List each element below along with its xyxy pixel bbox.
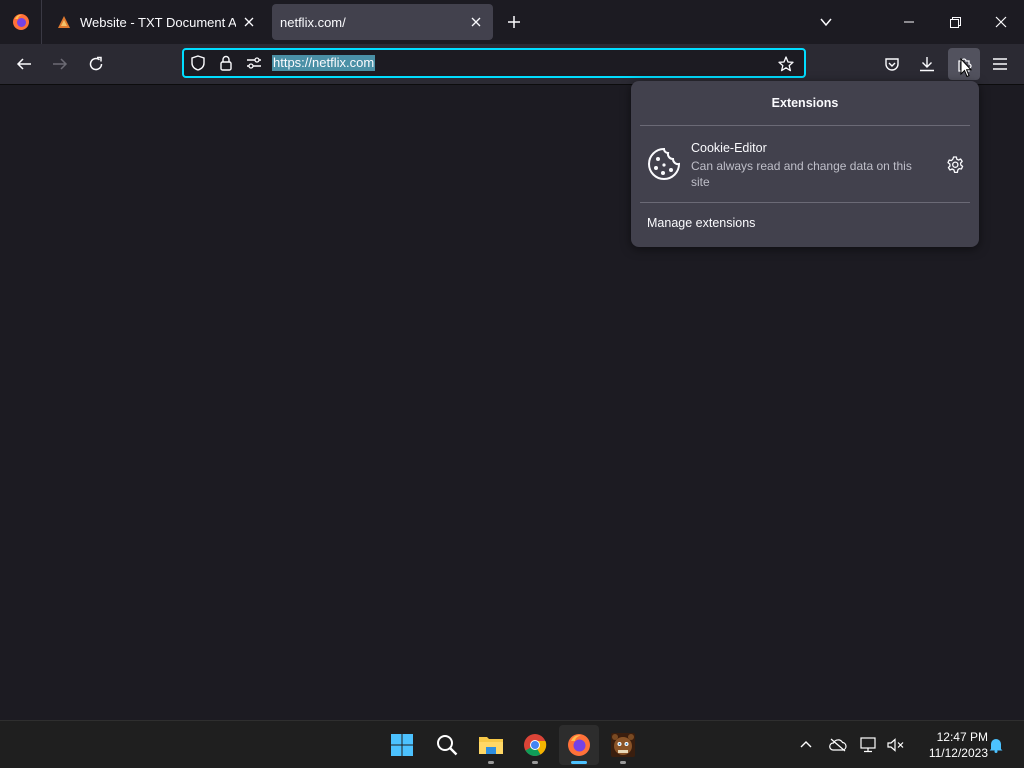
taskbar-game-app[interactable] — [603, 725, 643, 765]
windows-taskbar: 12:47 PM 11/12/2023 — [0, 720, 1024, 768]
show-hidden-icons-button[interactable] — [794, 733, 818, 757]
close-tab-icon[interactable] — [467, 13, 485, 31]
back-arrow-icon — [16, 58, 31, 70]
close-window-button[interactable] — [978, 0, 1024, 44]
extension-description: Can always read and change data on this … — [691, 159, 912, 189]
extension-item-cookie-editor[interactable]: Cookie-Editor Can always read and change… — [640, 133, 970, 201]
shield-icon — [191, 55, 205, 71]
taskbar-firefox[interactable] — [559, 725, 599, 765]
chevron-up-icon — [800, 741, 812, 748]
divider — [640, 125, 970, 126]
forward-arrow-icon — [53, 58, 68, 70]
permissions-button[interactable] — [240, 50, 268, 76]
chrome-icon — [524, 734, 547, 756]
tab-website[interactable]: Website - TXT Document Access — [48, 4, 266, 40]
navigation-toolbar: https://netflix.com — [0, 44, 1024, 85]
running-indicator — [620, 761, 626, 764]
system-clock[interactable]: 12:47 PM 11/12/2023 — [912, 729, 988, 761]
restore-icon — [949, 16, 961, 28]
speaker-muted-icon — [887, 738, 904, 752]
running-indicator — [488, 761, 494, 764]
extensions-panel: Extensions Cookie-Editor Can always read… — [631, 81, 979, 247]
extension-name: Cookie-Editor — [691, 141, 767, 155]
network-tray-icon[interactable] — [857, 733, 881, 757]
active-indicator — [571, 761, 587, 764]
tab-netflix[interactable]: netflix.com/ — [272, 4, 493, 40]
manage-extensions-link[interactable]: Manage extensions — [647, 216, 755, 230]
hamburger-icon — [993, 58, 1007, 70]
close-icon — [995, 16, 1007, 28]
reload-icon — [89, 56, 103, 71]
game-character-icon — [611, 733, 635, 757]
clock-time: 12:47 PM — [936, 730, 988, 744]
back-button[interactable] — [8, 48, 40, 80]
firefox-icon — [568, 734, 590, 756]
tab-strip: Website - TXT Document Access netflix.co… — [0, 0, 1024, 44]
start-button[interactable] — [382, 725, 422, 765]
website-favicon-icon — [58, 16, 70, 28]
taskbar-search-button[interactable] — [427, 725, 467, 765]
taskbar-file-explorer[interactable] — [471, 725, 511, 765]
download-icon — [920, 57, 934, 72]
search-icon — [437, 735, 458, 756]
site-info-button[interactable] — [212, 50, 240, 76]
extension-settings-button[interactable] — [942, 152, 968, 178]
list-all-tabs-button[interactable] — [814, 10, 838, 34]
minimize-button[interactable] — [886, 0, 932, 44]
running-indicator — [532, 761, 538, 764]
mouse-cursor-icon — [960, 58, 972, 78]
forward-button[interactable] — [44, 48, 76, 80]
cloud-offline-icon — [829, 738, 847, 752]
firefox-view-button[interactable] — [0, 0, 42, 44]
restore-button[interactable] — [932, 0, 978, 44]
plus-icon — [508, 16, 520, 28]
onedrive-tray-icon[interactable] — [826, 733, 850, 757]
taskbar-chrome[interactable] — [515, 725, 555, 765]
close-tab-icon[interactable] — [240, 13, 258, 31]
url-bar[interactable]: https://netflix.com — [182, 48, 806, 78]
downloads-button[interactable] — [911, 48, 943, 80]
lock-icon — [220, 55, 232, 71]
new-tab-button[interactable] — [502, 10, 526, 34]
url-text[interactable]: https://netflix.com — [272, 55, 376, 71]
reload-button[interactable] — [80, 48, 112, 80]
monitor-network-icon — [860, 737, 876, 753]
volume-tray-icon[interactable] — [884, 733, 908, 757]
folder-icon — [479, 737, 503, 754]
bell-icon — [989, 739, 1003, 753]
permissions-icon — [247, 57, 261, 69]
tab-label: netflix.com/ — [280, 14, 346, 30]
bookmark-star-button[interactable] — [772, 51, 800, 77]
star-icon — [778, 56, 794, 72]
tracking-protection-button[interactable] — [184, 50, 212, 76]
pocket-icon — [885, 58, 899, 71]
firefox-icon — [12, 14, 29, 30]
pocket-button[interactable] — [876, 48, 908, 80]
chevron-down-icon — [820, 18, 832, 27]
cookie-icon — [648, 147, 681, 180]
windows-start-icon — [391, 734, 413, 756]
divider — [640, 202, 970, 203]
clock-date: 11/12/2023 — [928, 746, 988, 760]
panel-title: Extensions — [771, 96, 839, 110]
tab-label: Website - TXT Document Access — [80, 14, 236, 30]
minimize-icon — [904, 21, 914, 23]
app-menu-button[interactable] — [984, 48, 1016, 80]
notifications-button[interactable] — [984, 733, 1008, 757]
gear-icon — [947, 156, 964, 174]
